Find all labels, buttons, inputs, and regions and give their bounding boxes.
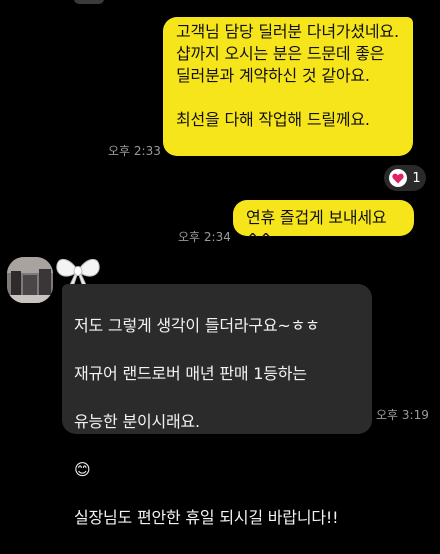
- message-timestamp: 오후 3:19: [376, 408, 429, 422]
- message-line: 재규어 랜드로버 매년 판매 1등하는: [74, 364, 307, 383]
- message-line: 실장님도 편안한 휴일 되시길 바랍니다!!: [74, 508, 339, 527]
- chat-room: 고객님 담당 딜러분 다녀가셨네요. 샵까지 오시는 분은 드문데 좋은 딜러분…: [0, 0, 440, 527]
- previous-message-edge: [74, 0, 104, 4]
- message-timestamp: 오후 2:34: [178, 230, 231, 244]
- smile-emoji: 😊: [74, 460, 91, 479]
- incoming-message-bubble[interactable]: 저도 그렇게 생각이 들더라구요~ㅎㅎ 재규어 랜드로버 매년 판매 1등하는 …: [62, 284, 372, 527]
- message-line: 저도 그렇게 생각이 들더라구요~ㅎㅎ: [74, 316, 320, 335]
- heart-icon: [389, 169, 408, 187]
- outgoing-message-bubble[interactable]: 연휴 즐겁게 보내세요^^: [233, 200, 414, 249]
- message-timestamp: 오후 2:33: [108, 144, 161, 158]
- message-line: 유능한 분이시래요.: [74, 412, 200, 431]
- outgoing-message-bubble[interactable]: 고객님 담당 딜러분 다녀가셨네요. 샵까지 오시는 분은 드문데 좋은 딜러분…: [163, 17, 413, 156]
- ribbon-bow-icon: [55, 255, 101, 287]
- reaction-badge[interactable]: 1: [384, 165, 426, 191]
- avatar[interactable]: [7, 257, 53, 303]
- reaction-count: 1: [412, 170, 421, 186]
